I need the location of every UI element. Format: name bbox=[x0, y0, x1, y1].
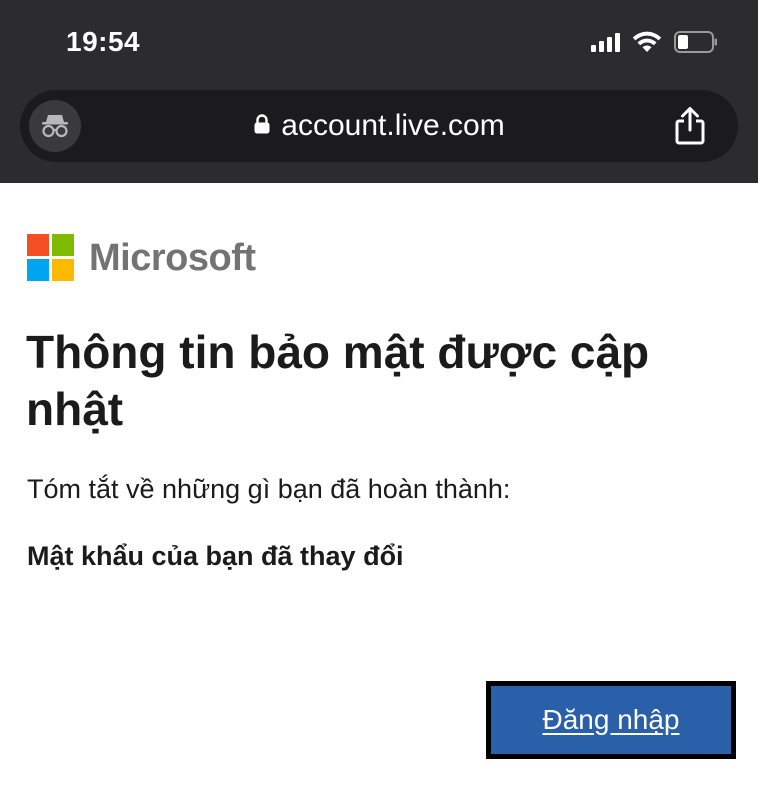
url-text[interactable]: account.live.com bbox=[281, 109, 504, 143]
share-button[interactable] bbox=[670, 104, 710, 148]
url-display: account.live.com bbox=[20, 90, 738, 162]
browser-chrome: 19:54 account.live.com bbox=[0, 0, 758, 183]
status-icons bbox=[591, 30, 718, 54]
summary-text: Tóm tắt về những gì bạn đã hoàn thành: bbox=[27, 474, 511, 504]
lock-icon bbox=[253, 113, 271, 140]
incognito-button[interactable] bbox=[29, 100, 81, 152]
microsoft-logo: Microsoft bbox=[27, 234, 256, 282]
wifi-icon bbox=[632, 31, 662, 53]
cellular-signal-icon bbox=[591, 32, 620, 52]
share-icon bbox=[675, 107, 705, 145]
battery-icon bbox=[674, 31, 718, 53]
signin-button[interactable]: Đăng nhập bbox=[491, 686, 731, 754]
page-title: Thông tin bảo mật được cập nhật bbox=[26, 326, 650, 435]
incognito-icon bbox=[42, 115, 68, 138]
address-bar[interactable]: account.live.com bbox=[20, 90, 738, 162]
status-time: 19:54 bbox=[66, 26, 141, 57]
microsoft-logo-icon bbox=[27, 234, 75, 282]
microsoft-wordmark: Microsoft bbox=[89, 236, 256, 279]
password-changed-text: Mật khẩu của bạn đã thay đổi bbox=[27, 541, 404, 571]
screen: 19:54 account.live.com Microsoft Thông t… bbox=[0, 0, 758, 800]
